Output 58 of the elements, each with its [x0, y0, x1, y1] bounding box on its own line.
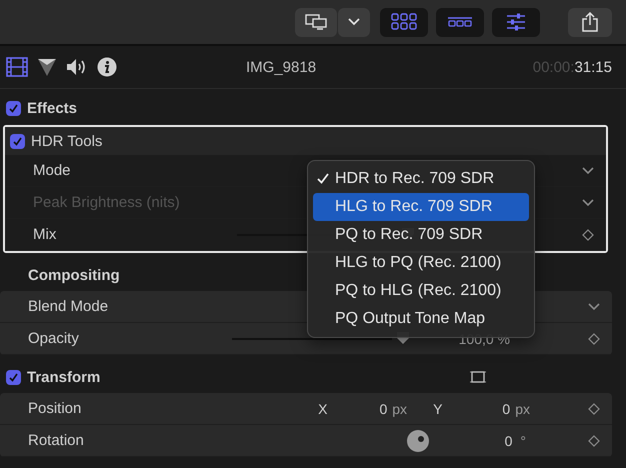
checkmark-icon [8, 102, 19, 114]
chevron-down-icon[interactable] [582, 198, 594, 206]
axis-label: X [318, 400, 328, 416]
menu-item[interactable]: HLG to Rec. 709 SDR [313, 193, 529, 221]
clip-name: IMG_9818 [246, 58, 316, 76]
menu-item[interactable]: HDR to Rec. 709 SDR [313, 165, 529, 193]
crop-frame-icon[interactable] [470, 370, 486, 384]
sliders-icon [506, 12, 526, 32]
keyframe-icon[interactable] [582, 228, 594, 240]
rotation-dial-icon[interactable] [406, 430, 429, 452]
section-title: Compositing [28, 266, 120, 284]
section-title: Transform [27, 368, 100, 386]
menu-item[interactable]: PQ to HLG (Rec. 2100) [313, 277, 529, 305]
checkbox[interactable] [6, 370, 21, 384]
checkbox[interactable] [6, 100, 21, 116]
keyframe-icon[interactable] [588, 402, 600, 414]
parameter-label: Peak Brightness (nits) [33, 194, 180, 211]
menu-item[interactable]: PQ to Rec. 709 SDR [313, 221, 529, 249]
film-icon[interactable] [6, 56, 28, 78]
dropdown-button[interactable] [338, 8, 370, 36]
chevron-down-icon[interactable] [582, 166, 594, 174]
timecode: 31:15 [574, 58, 612, 76]
monitors-icon [305, 14, 327, 30]
axis-label: Y [433, 400, 442, 416]
browser-button[interactable] [380, 8, 428, 36]
inspector-button[interactable] [492, 8, 540, 36]
triangle-icon[interactable] [36, 56, 58, 78]
unit-text: px [515, 400, 530, 416]
effect-title: HDR Tools [31, 132, 102, 150]
value-text[interactable]: 0 [502, 400, 510, 416]
info-icon[interactable] [96, 56, 118, 78]
keyframe-icon[interactable] [588, 332, 600, 344]
chevron-down-icon [348, 18, 360, 26]
checkmark-icon [12, 136, 23, 146]
share-button[interactable] [568, 8, 612, 36]
menu-item[interactable]: HLG to PQ (Rec. 2100) [313, 249, 529, 277]
unit-text: px [392, 400, 408, 416]
share-icon [582, 12, 598, 32]
checkbox[interactable] [10, 134, 25, 148]
grid-icon [391, 13, 417, 31]
menu-item[interactable]: PQ Output Tone Map [313, 305, 529, 333]
keyframe-icon[interactable] [588, 434, 600, 446]
unit-text: ° [520, 432, 526, 448]
section-title: Effects [27, 100, 78, 116]
chevron-down-icon[interactable] [588, 302, 600, 310]
checkmark-icon [317, 172, 329, 184]
parameter-label: Rotation [28, 432, 84, 449]
display-button[interactable] [295, 8, 337, 36]
value-text[interactable]: 0 [504, 432, 512, 448]
timeline-icon [447, 16, 473, 28]
parameter-label: Position [28, 400, 82, 417]
parameter-label: Opacity [28, 330, 79, 347]
value-text[interactable]: 0 [379, 400, 388, 416]
parameter-label: Mode [33, 162, 71, 179]
parameter-label: Blend Mode [28, 298, 108, 315]
checkmark-icon [8, 372, 19, 382]
parameter-label: Mix [33, 226, 56, 243]
timeline-button[interactable] [436, 8, 484, 36]
